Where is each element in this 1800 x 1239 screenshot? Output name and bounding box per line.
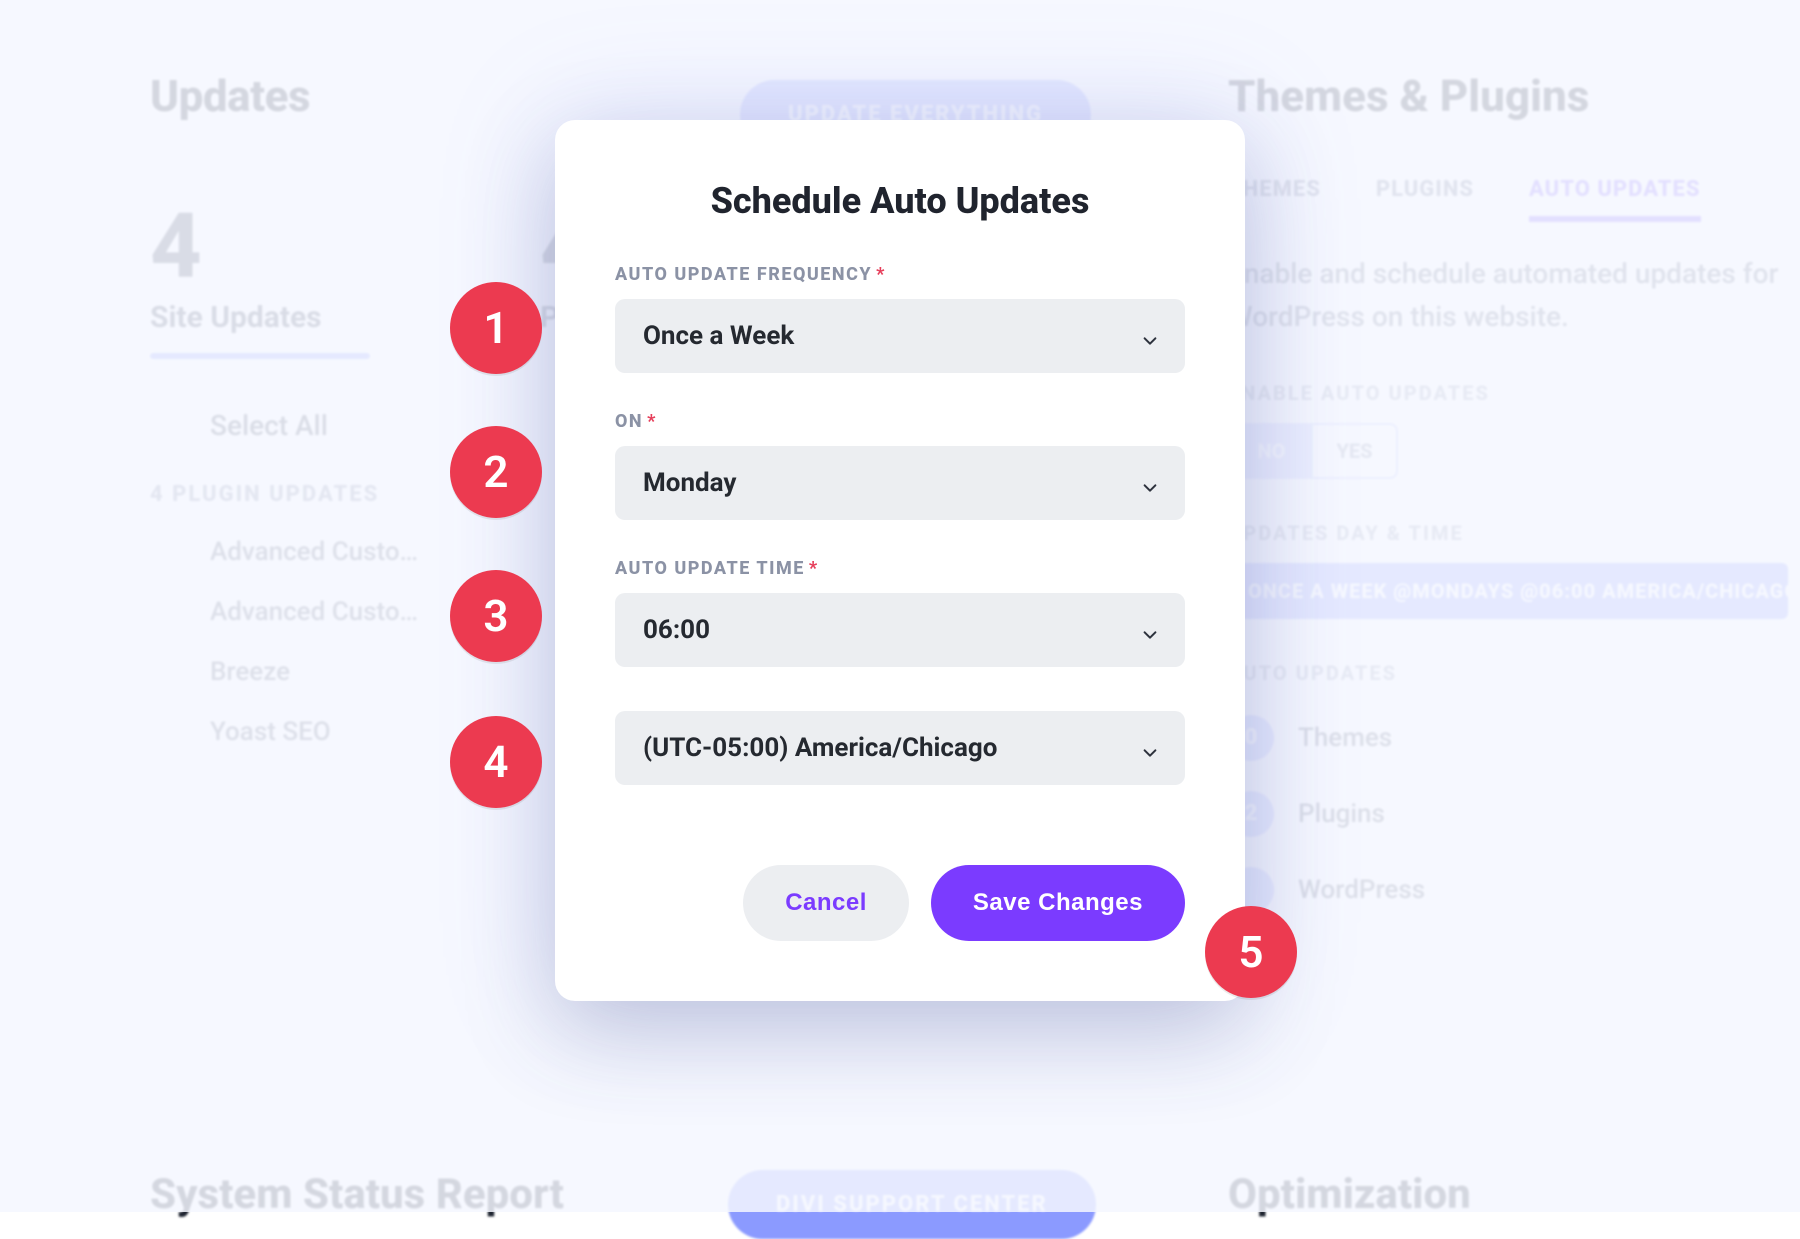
step-badge-1: 1 bbox=[450, 282, 542, 374]
on-day-select[interactable]: Monday bbox=[615, 446, 1185, 520]
step-badge-2: 2 bbox=[450, 426, 542, 518]
frequency-field: AUTO UPDATE FREQUENCY* Once a Week bbox=[615, 264, 1185, 373]
schedule-auto-updates-modal: Schedule Auto Updates AUTO UPDATE FREQUE… bbox=[555, 120, 1245, 1001]
timezone-value: (UTC-05:00) America/Chicago bbox=[643, 733, 997, 763]
on-day-label: ON* bbox=[615, 411, 1185, 432]
time-select[interactable]: 06:00 bbox=[615, 593, 1185, 667]
save-changes-button[interactable]: Save Changes bbox=[931, 865, 1185, 941]
time-label: AUTO UPDATE TIME* bbox=[615, 558, 1185, 579]
on-day-value: Monday bbox=[643, 468, 736, 498]
on-day-field: ON* Monday bbox=[615, 411, 1185, 520]
modal-actions: Cancel Save Changes bbox=[615, 865, 1185, 941]
chevron-down-icon bbox=[1141, 739, 1159, 757]
modal-overlay: Schedule Auto Updates AUTO UPDATE FREQUE… bbox=[0, 0, 1800, 1212]
step-badge-3: 3 bbox=[450, 570, 542, 662]
chevron-down-icon bbox=[1141, 327, 1159, 345]
frequency-value: Once a Week bbox=[643, 321, 794, 351]
frequency-select[interactable]: Once a Week bbox=[615, 299, 1185, 373]
cancel-button[interactable]: Cancel bbox=[743, 865, 909, 941]
step-badge-4: 4 bbox=[450, 716, 542, 808]
step-badge-5: 5 bbox=[1205, 906, 1297, 998]
frequency-label: AUTO UPDATE FREQUENCY* bbox=[615, 264, 1185, 285]
time-field: AUTO UPDATE TIME* 06:00 bbox=[615, 558, 1185, 667]
timezone-select[interactable]: (UTC-05:00) America/Chicago bbox=[615, 711, 1185, 785]
chevron-down-icon bbox=[1141, 474, 1159, 492]
time-value: 06:00 bbox=[643, 615, 710, 645]
chevron-down-icon bbox=[1141, 621, 1159, 639]
modal-title: Schedule Auto Updates bbox=[615, 180, 1185, 222]
